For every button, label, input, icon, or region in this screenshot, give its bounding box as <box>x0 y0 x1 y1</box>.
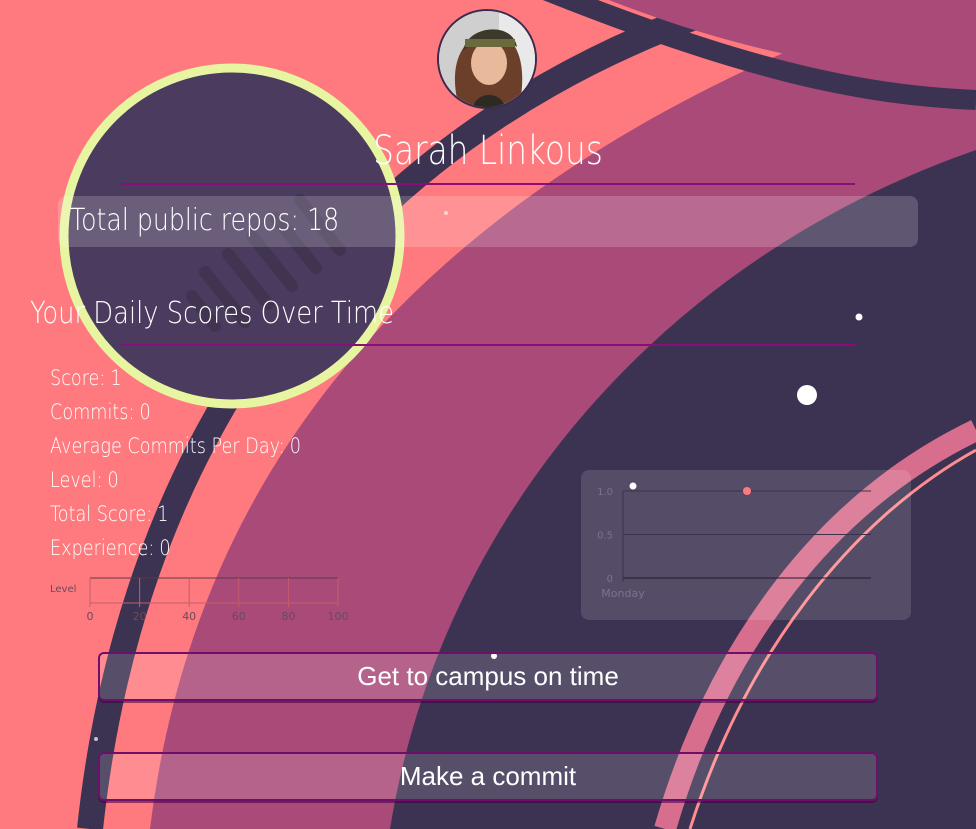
weekly-chart-category-label: Monday <box>601 587 645 600</box>
level-chart-tick-label: 20 <box>133 610 147 623</box>
stat-experience: Experience: 0 <box>50 536 171 560</box>
stat-level: Level: 0 <box>50 468 119 492</box>
name-divider <box>121 183 855 185</box>
level-chart-tick-label: 100 <box>328 610 349 623</box>
repos-label: Total public repos: <box>70 203 300 238</box>
person-portrait-icon <box>439 11 535 107</box>
level-chart-tick-label: 40 <box>182 610 196 623</box>
repos-summary: Total public repos: 18 <box>70 203 339 238</box>
level-chart-tick-label: 0 <box>87 610 94 623</box>
weekly-chart-tick-label: 1.0 <box>597 487 613 498</box>
stat-average-commits: Average Commits Per Day: 0 <box>50 434 301 458</box>
get-to-campus-button[interactable]: Get to campus on time <box>98 652 878 701</box>
user-name: Sarah Linkous <box>373 128 603 174</box>
stat-value: 0 <box>107 468 119 492</box>
weekly-chart-tick-label: 0.5 <box>597 531 613 542</box>
weekly-chart-tick-label: 0 <box>607 574 613 585</box>
stat-total-score: Total Score: 1 <box>50 502 168 526</box>
stat-label: Experience: <box>50 536 155 560</box>
level-chart-category-label: Level <box>50 584 76 595</box>
scores-heading: Your Daily Scores Over Time <box>30 296 395 331</box>
stat-value: 1 <box>157 502 169 526</box>
weekly-score-point <box>743 487 751 495</box>
level-chart-tick-label: 60 <box>232 610 246 623</box>
stat-value: 0 <box>289 434 302 458</box>
stat-label: Total Score: <box>50 502 153 526</box>
make-commit-button[interactable]: Make a commit <box>98 752 878 801</box>
stat-value: 1 <box>110 366 122 390</box>
stat-label: Level: <box>50 468 103 492</box>
stat-value: 0 <box>159 536 171 560</box>
stat-label: Score: <box>50 366 106 390</box>
stat-label: Average Commits Per Day: <box>50 434 285 458</box>
scores-divider <box>121 344 855 346</box>
stat-value: 0 <box>139 400 151 424</box>
stat-commits: Commits: 0 <box>50 400 151 424</box>
level-chart-tick-label: 80 <box>281 610 295 623</box>
level-bar-chart: 0 20 40 60 80 100 Level <box>50 577 349 623</box>
user-avatar[interactable] <box>437 9 537 109</box>
stat-label: Commits: <box>50 400 135 424</box>
stat-score: Score: 1 <box>50 366 122 390</box>
weekly-score-chart: 0 0.5 1.0 Monday <box>597 487 871 600</box>
repos-count: 18 <box>307 203 340 238</box>
